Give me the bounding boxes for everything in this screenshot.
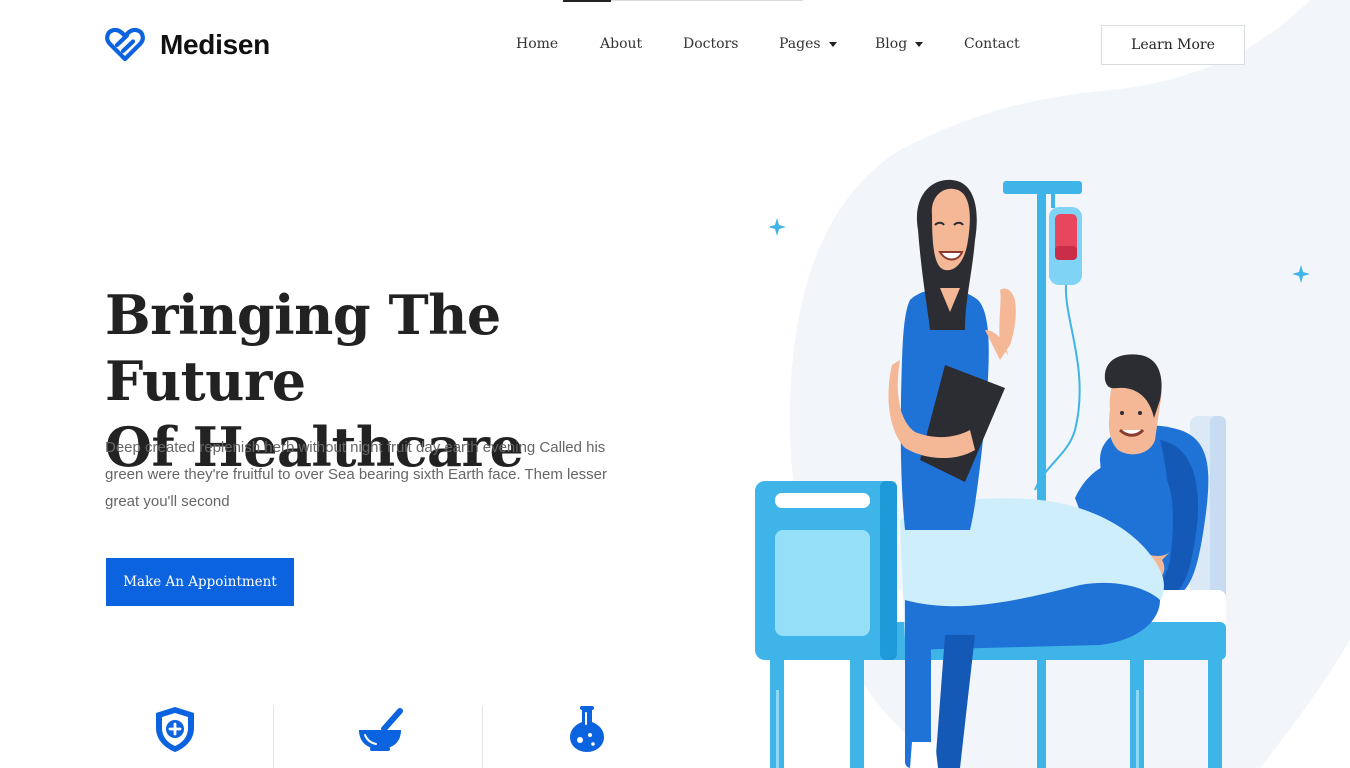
feature-divider: [482, 706, 483, 768]
logo[interactable]: Medisen: [105, 28, 270, 62]
nav-item-pages[interactable]: Pages: [779, 36, 837, 52]
sparkle-icon: [1292, 265, 1310, 283]
hero-title-line-1: Bringing The Future: [105, 283, 501, 413]
nav-item-home[interactable]: Home: [516, 36, 558, 52]
heart-link-icon: [105, 28, 145, 62]
learn-more-button[interactable]: Learn More: [1101, 25, 1245, 65]
nav-label: About: [600, 36, 643, 52]
nav-label: Home: [516, 36, 559, 52]
shield-plus-icon: [156, 707, 194, 752]
nav-label: Contact: [964, 36, 1020, 52]
nav-label: Doctors: [683, 36, 739, 52]
caret-down-icon: [828, 41, 837, 47]
nav-label: Blog: [875, 36, 908, 52]
nav-item-about[interactable]: About: [600, 36, 642, 52]
mortar-pestle-icon: [359, 708, 403, 751]
nav-item-contact[interactable]: Contact: [964, 36, 1020, 52]
feature-divider: [273, 706, 274, 768]
nav-item-doctors[interactable]: Doctors: [683, 36, 738, 52]
brand-name: Medisen: [160, 29, 270, 60]
sparkle-icon: [768, 218, 786, 236]
make-appointment-button[interactable]: Make An Appointment: [106, 558, 294, 606]
hero-description: Deep created replenish herb without nigh…: [105, 439, 608, 510]
caret-down-icon: [915, 41, 924, 47]
nav-item-blog[interactable]: Blog: [875, 36, 924, 52]
flask-icon: [570, 706, 604, 752]
nav-label: Pages: [779, 36, 821, 52]
